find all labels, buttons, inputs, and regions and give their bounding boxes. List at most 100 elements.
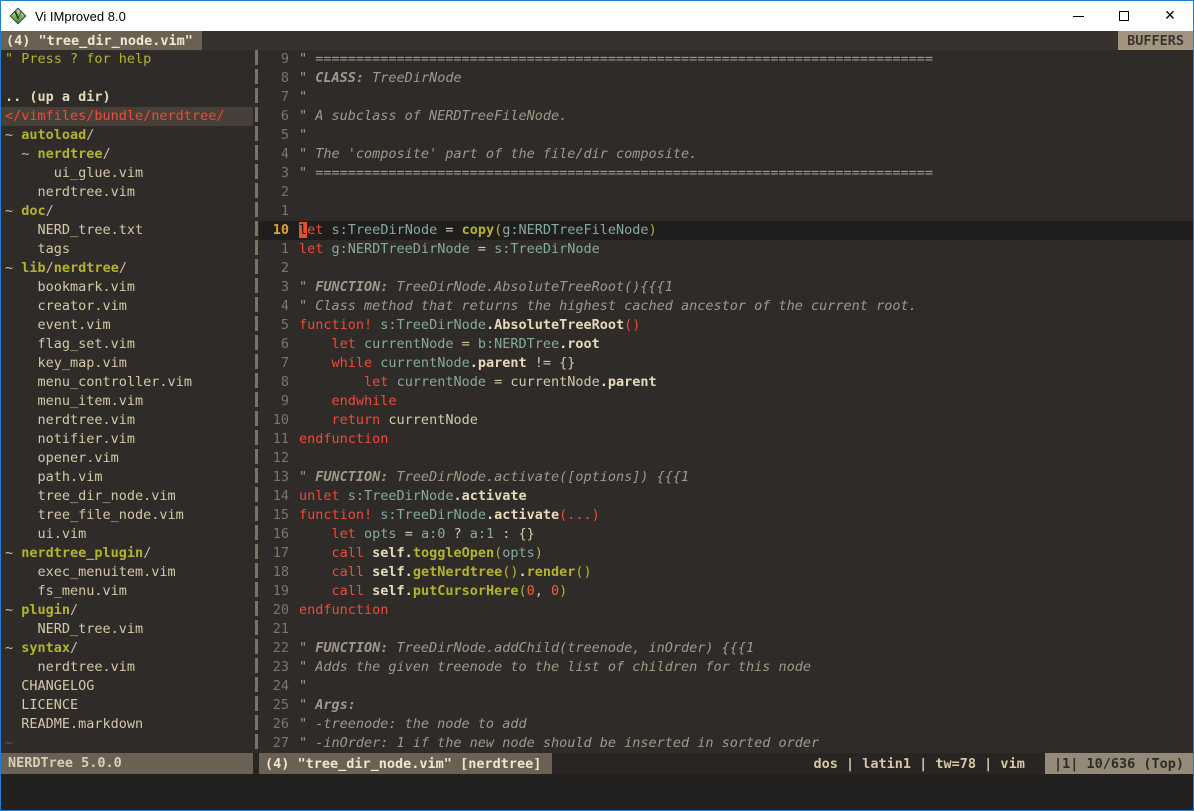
token-c: " <box>299 127 307 143</box>
code-line[interactable]: 15function! s:TreeDirNode.activate(...) <box>259 506 1193 525</box>
code-line[interactable]: 9 endwhile <box>259 392 1193 411</box>
close-button[interactable]: ✕ <box>1147 1 1193 31</box>
tree-item[interactable]: menu_controller.vim <box>1 373 253 392</box>
code-line[interactable]: 25" Args: <box>259 696 1193 715</box>
code-line[interactable]: 3" FUNCTION: TreeDirNode.AbsoluteTreeRoo… <box>259 278 1193 297</box>
tree-item[interactable]: bookmark.vim <box>1 278 253 297</box>
token-c: " Class method that returns the highest … <box>299 298 917 314</box>
code-line[interactable]: 21 <box>259 620 1193 639</box>
tree-item[interactable]: opener.vim <box>1 449 253 468</box>
code-line[interactable]: 5function! s:TreeDirNode.AbsoluteTreeRoo… <box>259 316 1193 335</box>
token-fp: ) <box>535 545 543 561</box>
tree-item[interactable]: nerdtree.vim <box>1 183 253 202</box>
tree-item[interactable]: event.vim <box>1 316 253 335</box>
code-line[interactable]: 19 call self.putCursorHere(0, 0) <box>259 582 1193 601</box>
tree-item[interactable]: README.markdown <box>1 715 253 734</box>
token-plain <box>5 279 38 295</box>
token-k: endfunction <box>299 431 388 447</box>
token-c: TreeDirNode.activate([options]) {{{1 <box>388 469 689 485</box>
token-file: CHANGELOG <box>21 678 94 694</box>
tree-item[interactable]: flag_set.vim <box>1 335 253 354</box>
tree-item[interactable]: exec_menuitem.vim <box>1 563 253 582</box>
code-line[interactable]: 26" -treenode: the node to add <box>259 715 1193 734</box>
code-line[interactable]: 1 <box>259 202 1193 221</box>
tree-item[interactable] <box>1 69 253 88</box>
tree-item[interactable]: fs_menu.vim <box>1 582 253 601</box>
token-p <box>299 564 332 580</box>
separator-dashes <box>255 50 258 753</box>
tree-item[interactable]: ~ syntax/ <box>1 639 253 658</box>
line-number: 24 <box>259 677 289 696</box>
tree-item[interactable]: tree_file_node.vim <box>1 506 253 525</box>
code-line[interactable]: 7" <box>259 88 1193 107</box>
code-line-current[interactable]: 10let s:TreeDirNode = copy(g:NERDTreeFil… <box>259 221 1193 240</box>
code-line[interactable]: 18 call self.getNerdtree().render() <box>259 563 1193 582</box>
command-line[interactable] <box>1 774 1193 810</box>
tree-item[interactable]: ui_glue.vim <box>1 164 253 183</box>
code-line[interactable]: 3" =====================================… <box>259 164 1193 183</box>
code-line[interactable]: 23" Adds the given treenode to the list … <box>259 658 1193 677</box>
tree-root-path[interactable]: </vimfiles/bundle/nerdtree/ <box>1 107 253 126</box>
code-line[interactable]: 17 call self.toggleOpen(opts) <box>259 544 1193 563</box>
tree-item[interactable]: ~ nerdtree/ <box>1 145 253 164</box>
tree-item[interactable]: ~ lib/nerdtree/ <box>1 259 253 278</box>
code-line[interactable]: 13" FUNCTION: TreeDirNode.activate([opti… <box>259 468 1193 487</box>
code-line[interactable]: 6" A subclass of NERDTreeFileNode. <box>259 107 1193 126</box>
code-line[interactable]: 4" Class method that returns the highest… <box>259 297 1193 316</box>
tree-item[interactable]: " Press ? for help <box>1 50 253 69</box>
code-line[interactable]: 12 <box>259 449 1193 468</box>
token-p <box>299 355 332 371</box>
tree-item[interactable]: ui.vim <box>1 525 253 544</box>
tree-item[interactable]: notifier.vim <box>1 430 253 449</box>
code-line[interactable]: 4" The 'composite' part of the file/dir … <box>259 145 1193 164</box>
token-plain <box>5 374 38 390</box>
tree-item[interactable]: menu_item.vim <box>1 392 253 411</box>
code-line[interactable]: 2 <box>259 183 1193 202</box>
code-line[interactable]: 7 while currentNode.parent != {} <box>259 354 1193 373</box>
tree-item[interactable]: ~ doc/ <box>1 202 253 221</box>
minimize-button[interactable] <box>1055 1 1101 31</box>
tree-item[interactable]: ~ autoload/ <box>1 126 253 145</box>
code-line[interactable]: 2 <box>259 259 1193 278</box>
tree-item[interactable]: ~ <box>1 734 253 753</box>
tree-item[interactable]: nerdtree.vim <box>1 658 253 677</box>
tree-item[interactable]: path.vim <box>1 468 253 487</box>
code-line[interactable]: 5" <box>259 126 1193 145</box>
statusline-fill <box>552 753 813 774</box>
token-fp: () <box>502 564 518 580</box>
tree-item[interactable]: nerdtree.vim <box>1 411 253 430</box>
code-line[interactable]: 27" -inOrder: 1 if the new node should b… <box>259 734 1193 753</box>
token-tilde: ~ <box>5 260 21 276</box>
token-n: 0 <box>551 583 559 599</box>
maximize-button[interactable] <box>1101 1 1147 31</box>
tree-item[interactable]: NERD_tree.vim <box>1 620 253 639</box>
tree-item[interactable]: creator.vim <box>1 297 253 316</box>
tree-item[interactable]: LICENCE <box>1 696 253 715</box>
code-line[interactable]: 20endfunction <box>259 601 1193 620</box>
code-line[interactable]: 14unlet s:TreeDirNode.activate <box>259 487 1193 506</box>
tab-tree-dir-node[interactable]: (4) "tree_dir_node.vim" <box>1 31 202 50</box>
code-line[interactable]: 24" <box>259 677 1193 696</box>
token-slash: / <box>70 640 78 656</box>
tree-item[interactable]: tags <box>1 240 253 259</box>
nerdtree-panel: " Press ? for help .. (up a dir)</vimfile… <box>1 50 253 753</box>
tree-item[interactable]: CHANGELOG <box>1 677 253 696</box>
token-m: . <box>518 564 526 580</box>
tree-item[interactable]: NERD_tree.txt <box>1 221 253 240</box>
code-line[interactable]: 1let g:NERDTreeDirNode = s:TreeDirNode <box>259 240 1193 259</box>
code-line[interactable]: 8 let currentNode = currentNode.parent <box>259 373 1193 392</box>
code-line[interactable]: 10 return currentNode <box>259 411 1193 430</box>
token-plain <box>5 222 38 238</box>
code-line[interactable]: 6 let currentNode = b:NERDTree.root <box>259 335 1193 354</box>
tree-item[interactable]: tree_dir_node.vim <box>1 487 253 506</box>
tree-item[interactable]: ~ nerdtree_plugin/ <box>1 544 253 563</box>
tree-item[interactable]: ~ plugin/ <box>1 601 253 620</box>
code-line[interactable]: 11endfunction <box>259 430 1193 449</box>
code-line[interactable]: 8" CLASS: TreeDirNode <box>259 69 1193 88</box>
tree-item[interactable]: .. (up a dir) <box>1 88 253 107</box>
code-line[interactable]: 16 let opts = a:0 ? a:1 : {} <box>259 525 1193 544</box>
code-line[interactable]: 22" FUNCTION: TreeDirNode.addChild(treen… <box>259 639 1193 658</box>
tree-item[interactable]: key_map.vim <box>1 354 253 373</box>
token-c: " A subclass of NERDTreeFileNode. <box>299 108 567 124</box>
code-line[interactable]: 9" =====================================… <box>259 50 1193 69</box>
